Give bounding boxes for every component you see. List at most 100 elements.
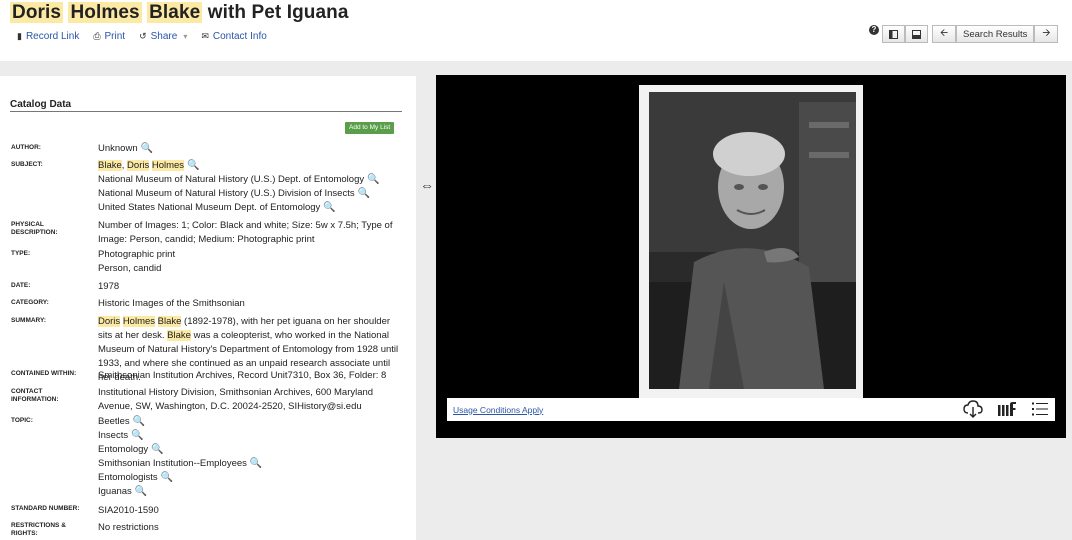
image-viewer[interactable]: Usage Conditions Apply	[436, 75, 1066, 438]
subject-link[interactable]: National Museum of Natural History (U.S.…	[98, 188, 355, 199]
search-icon[interactable]: 🔍	[250, 458, 262, 469]
title-highlight-1: Doris	[10, 2, 64, 23]
topic-link[interactable]: Entomologists	[98, 472, 158, 483]
previous-result-button[interactable]: 🡨	[932, 25, 956, 43]
title-highlight-2: Holmes	[68, 2, 142, 23]
value-date: 1978	[98, 281, 120, 292]
search-icon[interactable]: 🔍	[151, 444, 163, 455]
label-category: Category:	[11, 299, 49, 306]
result-navigation: 🡨 Search Results 🡪	[932, 25, 1059, 43]
value-subject: Blake, Doris Holmes 🔍 National Museum of …	[98, 159, 403, 215]
author-text: Unknown	[98, 143, 138, 154]
search-results-button[interactable]: Search Results	[956, 25, 1035, 43]
chevron-down-icon: ▾	[183, 32, 188, 41]
viewer-tools	[963, 400, 1049, 418]
print-button[interactable]: ⎙ Print	[93, 31, 125, 42]
usage-bar: Usage Conditions Apply	[447, 398, 1055, 421]
value-physical-description: Number of Images: 1; Color: Black and wh…	[98, 220, 393, 245]
title-rest: with Pet Iguana	[207, 2, 349, 23]
split-view-button[interactable]	[882, 25, 905, 43]
topic-link[interactable]: Entomology	[98, 444, 148, 455]
search-icon[interactable]: 🔍	[187, 160, 199, 171]
arrow-left-icon: 🡨	[939, 27, 949, 39]
search-icon[interactable]: 🔍	[323, 202, 335, 213]
type-line: Photographic print	[98, 249, 176, 260]
topic-link[interactable]: Insects	[98, 430, 128, 441]
label-contact-line-1: Contact	[11, 388, 43, 395]
summary-hl-1: Doris	[98, 316, 121, 327]
label-type: Type:	[11, 250, 31, 257]
type-line: Person, candid	[98, 263, 162, 274]
share-icon: ↺	[139, 31, 147, 41]
iiif-logo-icon[interactable]	[997, 401, 1017, 417]
cloud-download-icon[interactable]	[963, 400, 983, 418]
value-contact-information: Institutional History Division, Smithson…	[98, 387, 374, 412]
arrow-right-icon: 🡪	[1042, 27, 1051, 39]
search-icon[interactable]: 🔍	[161, 472, 173, 483]
split-view-icon	[889, 29, 898, 39]
contact-info-label: Contact Info	[212, 31, 267, 42]
full-view-button[interactable]	[905, 25, 928, 43]
list-icon[interactable]	[1031, 401, 1049, 417]
topic-link[interactable]: Beetles	[98, 416, 130, 427]
catalog-heading: Catalog Data	[10, 99, 402, 112]
help-icon[interactable]: ?	[869, 25, 879, 35]
next-result-button[interactable]: 🡪	[1034, 25, 1059, 43]
contact-info-button[interactable]: ✉ Contact Info	[201, 31, 266, 42]
label-standard-number: Standard Number:	[11, 505, 80, 512]
topic-item: Beetles 🔍	[98, 415, 403, 429]
view-toggle-group	[882, 25, 928, 43]
topic-link[interactable]: Smithsonian Institution--Employees	[98, 458, 247, 469]
search-icon[interactable]: 🔍	[135, 486, 147, 497]
envelope-icon: ✉	[201, 31, 209, 41]
value-topics: Beetles 🔍 Insects 🔍 Entomology 🔍 Smithsonia…	[98, 415, 403, 499]
search-icon[interactable]: 🔍	[133, 416, 145, 427]
add-to-list-button[interactable]: Add to My List	[345, 122, 395, 134]
value-type: Photographic print Person, candid	[98, 248, 403, 276]
search-icon[interactable]: 🔍	[367, 174, 379, 185]
photo-image	[649, 92, 856, 389]
record-link-button[interactable]: ▮ Record Link	[17, 31, 79, 42]
search-icon[interactable]: 🔍	[141, 143, 153, 154]
subject-name-2[interactable]: Doris	[127, 160, 150, 171]
value-standard-number: SIA2010-1590	[98, 505, 159, 516]
label-physical-description: Physical Description:	[11, 221, 58, 237]
subject-link[interactable]: National Museum of Natural History (U.S.…	[98, 174, 364, 185]
photo-print	[639, 85, 863, 398]
topic-link[interactable]: Iguanas	[98, 486, 132, 497]
topic-item: Iguanas 🔍	[98, 485, 403, 499]
label-contained-within: Contained within:	[11, 370, 77, 377]
label-contact-information: Contact Information:	[11, 388, 59, 404]
resize-handle-icon[interactable]: ⇔	[420, 177, 434, 193]
portrait-illustration	[649, 92, 856, 389]
topic-item: Insects 🔍	[98, 429, 403, 443]
label-restrictions-line-2: Rights:	[11, 530, 38, 537]
share-button[interactable]: ↺ Share ▾	[139, 31, 187, 42]
printer-icon: ⎙	[93, 31, 101, 41]
full-view-icon	[912, 29, 921, 39]
label-topic: Topic:	[11, 417, 33, 424]
subject-name-3[interactable]: Holmes	[151, 160, 185, 171]
subject-link[interactable]: United States National Museum Dept. of E…	[98, 202, 320, 213]
label-summary: Summary:	[11, 317, 47, 324]
label-physical-line-1: Physical	[11, 221, 44, 228]
value-contained-within: Smithsonian Institution Archives, Record…	[98, 370, 387, 381]
document-icon: ▮	[17, 31, 22, 41]
label-restrictions: Restrictions & Rights:	[11, 522, 66, 538]
search-icon[interactable]: 🔍	[131, 430, 143, 441]
label-physical-line-2: Description:	[11, 229, 58, 236]
summary-hl-3: Blake	[157, 316, 182, 327]
subject-name-line: Blake, Doris Holmes 🔍	[98, 159, 403, 173]
record-link-label: Record Link	[25, 31, 80, 42]
label-date: Date:	[11, 282, 31, 289]
search-icon[interactable]: 🔍	[358, 188, 370, 199]
subject-item: National Museum of Natural History (U.S.…	[98, 173, 403, 187]
topic-item: Entomologists 🔍	[98, 471, 403, 485]
value-author: Unknown 🔍	[98, 142, 403, 156]
label-author: Author:	[11, 144, 41, 151]
subject-name-1[interactable]: Blake	[98, 160, 122, 171]
usage-conditions-link[interactable]: Usage Conditions Apply	[453, 405, 543, 415]
topic-item: Entomology 🔍	[98, 443, 403, 457]
label-subject: Subject:	[11, 161, 43, 168]
share-label: Share	[150, 31, 178, 42]
